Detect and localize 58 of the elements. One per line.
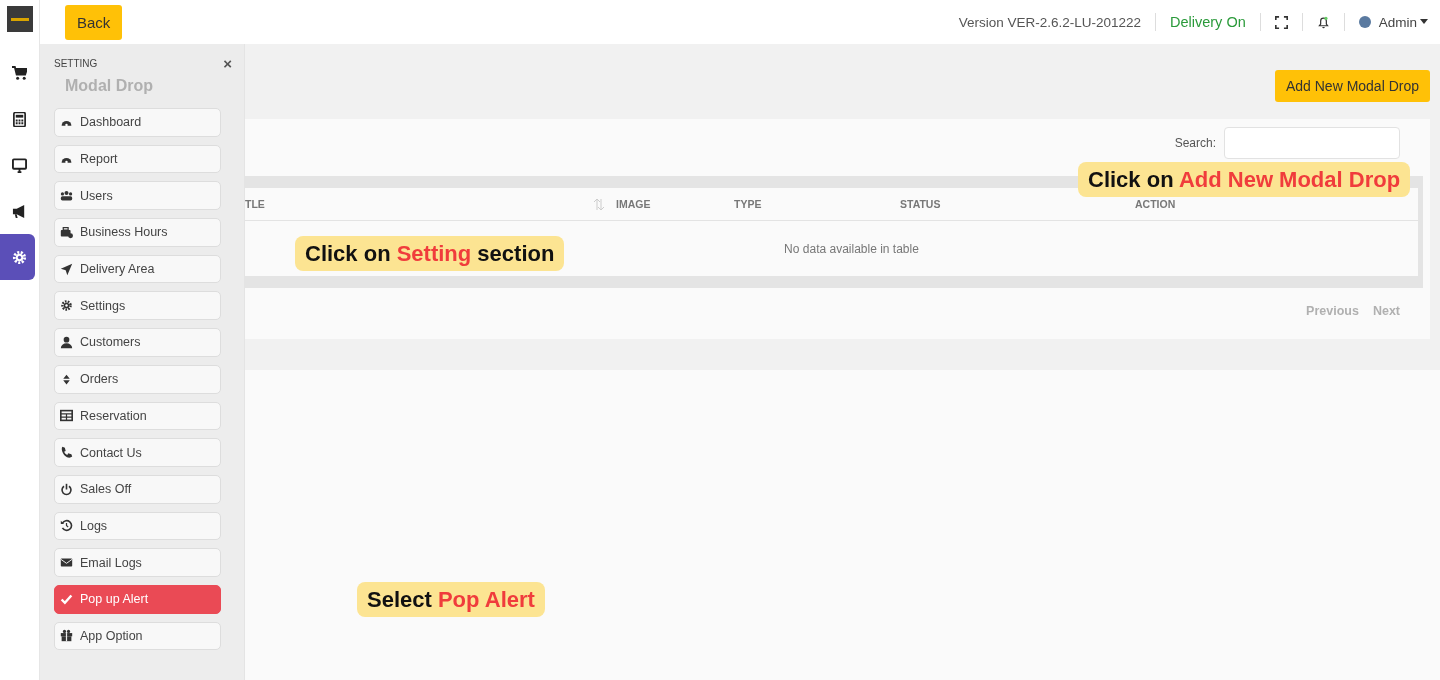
search-label: Search: — [1174, 136, 1216, 150]
table-icon — [60, 409, 73, 423]
envelope-icon — [60, 556, 73, 570]
menu-item[interactable]: Dashboard — [54, 108, 221, 137]
menu-item[interactable]: Orders — [54, 364, 221, 394]
sort-icon — [60, 372, 73, 386]
power-icon — [60, 482, 73, 496]
history-icon — [60, 519, 73, 533]
calculator-icon — [12, 111, 27, 127]
column-header[interactable]: IMAGE — [616, 198, 651, 210]
monitor-icon — [12, 157, 27, 173]
close-button[interactable]: × — [223, 55, 232, 71]
panel-title: SETTING — [54, 57, 98, 69]
back-button[interactable]: Back — [65, 4, 123, 40]
users-icon — [60, 189, 73, 203]
instruction-callout: Click on Setting section — [295, 236, 565, 271]
menu-item[interactable]: Email Logs — [54, 548, 221, 577]
instruction-callout: Click on Add New Modal Drop — [1078, 162, 1411, 197]
menu-item[interactable]: App Option — [54, 621, 221, 651]
bell-icon[interactable] — [1316, 15, 1330, 29]
column-header[interactable]: STATUS — [900, 198, 941, 210]
check-icon — [60, 592, 73, 606]
column-header[interactable]: TLE — [245, 198, 265, 210]
menu-item[interactable]: Delivery Area — [54, 254, 221, 284]
briefcase-icon — [60, 225, 73, 239]
caret-icon — [1420, 19, 1428, 25]
menu-item[interactable]: Report — [54, 144, 221, 174]
search-field[interactable] — [1224, 127, 1400, 159]
menu-item[interactable]: Contact Us — [54, 438, 221, 467]
location-arrow-icon — [60, 262, 73, 276]
menu-item[interactable]: Logs — [54, 511, 221, 541]
fullscreen-icon[interactable] — [1274, 15, 1288, 29]
person-icon — [60, 335, 73, 349]
logo — [6, 6, 33, 32]
add-button[interactable]: Add New Modal Drop — [1274, 70, 1430, 102]
cart-icon — [12, 65, 27, 81]
menu-item[interactable]: Pop up Alert — [54, 584, 221, 614]
column-header[interactable]: ACTION — [1135, 198, 1176, 210]
gear-icon — [12, 249, 27, 265]
menu-item[interactable]: Settings — [54, 291, 221, 321]
menu-item[interactable]: Reservation — [54, 401, 221, 431]
version-text: Version VER-2.6.2-LU-201222 — [958, 14, 1141, 30]
menu-item[interactable]: Sales Off — [54, 474, 221, 504]
column-header[interactable]: TYPE — [734, 198, 762, 210]
avatar-icon — [1358, 16, 1371, 28]
empty-message: No data available in table — [784, 241, 919, 256]
menu-item[interactable]: Users — [54, 181, 221, 211]
gift-icon — [60, 629, 73, 643]
gear-icon — [60, 299, 73, 313]
menu-item[interactable]: Business Hours — [54, 218, 221, 247]
phone-icon — [60, 446, 73, 460]
user-menu[interactable]: Admin — [1378, 14, 1428, 30]
instruction-callout: Select Pop Alert — [357, 582, 545, 617]
menu-item[interactable]: Customers — [54, 328, 221, 357]
page-title: Modal Drop — [65, 77, 153, 95]
delivery-status[interactable]: Delivery On — [1170, 14, 1246, 30]
megaphone-icon — [12, 203, 27, 219]
nav-item[interactable] — [0, 234, 35, 280]
